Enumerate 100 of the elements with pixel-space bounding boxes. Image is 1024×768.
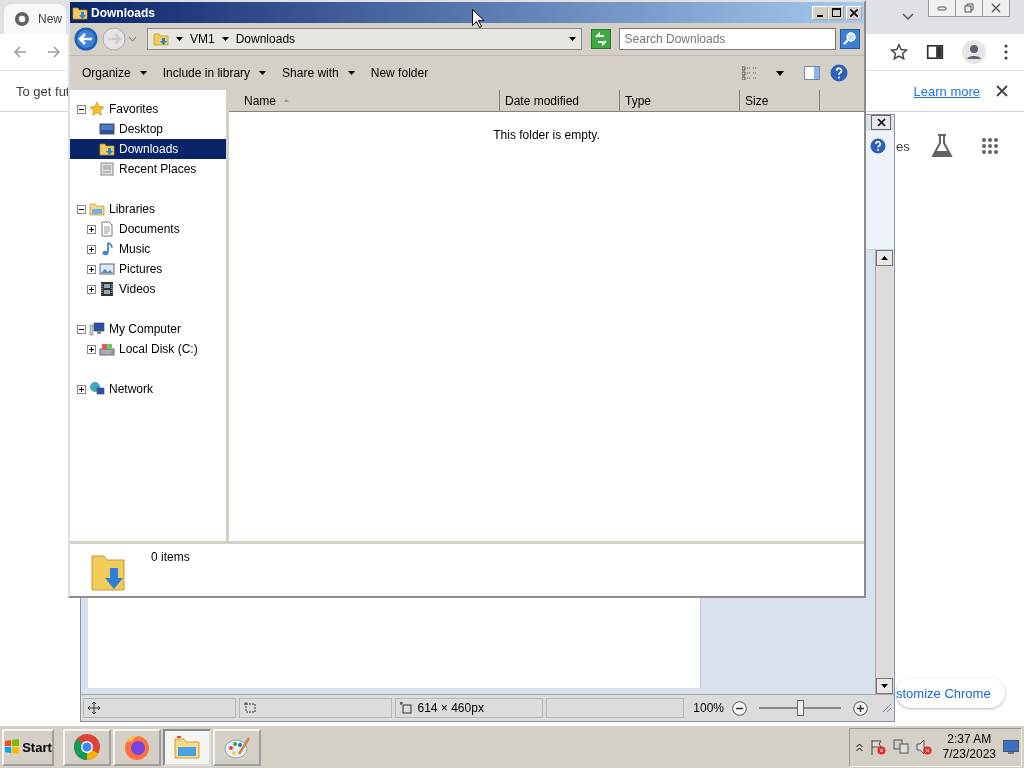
empty-folder-message: This folder is empty. <box>492 128 601 142</box>
history-caret-icon[interactable] <box>128 36 137 42</box>
flag-error-icon[interactable] <box>869 739 886 755</box>
canvas-size-icon <box>399 702 412 714</box>
view-list-icon[interactable] <box>742 66 758 80</box>
expand-icon[interactable] <box>87 224 96 234</box>
start-button[interactable]: Start <box>2 728 54 766</box>
tree-item[interactable]: Network <box>70 379 226 399</box>
tree-item[interactable]: My Computer <box>70 319 226 339</box>
column-header[interactable]: Type <box>620 90 740 111</box>
scroll-down-button[interactable] <box>876 678 893 694</box>
column-header[interactable]: Size <box>740 90 820 111</box>
flask-icon[interactable] <box>931 134 953 158</box>
slider-thumb[interactable] <box>797 700 804 716</box>
toolbar-button[interactable]: New folder <box>362 63 437 83</box>
network-icon <box>89 381 105 397</box>
download-folder-icon <box>99 141 115 157</box>
clock-date: 7/23/2023 <box>942 747 996 762</box>
network-status-icon[interactable] <box>892 739 909 755</box>
film-strip-icon <box>99 281 115 297</box>
apps-grid-icon[interactable] <box>981 137 999 155</box>
item-count: 0 items <box>151 550 190 564</box>
up-arrow-icon <box>881 256 888 260</box>
column-header[interactable]: Name <box>229 90 500 111</box>
fox-globe-icon <box>123 733 151 761</box>
minimize-icon <box>817 14 823 17</box>
tree-item[interactable]: Documents <box>70 219 226 239</box>
toolbar-button[interactable]: Organize <box>74 63 155 83</box>
menu-icon[interactable] <box>1004 44 1008 60</box>
browser-icon <box>14 11 30 27</box>
selection-icon <box>243 702 256 714</box>
collapse-icon[interactable] <box>77 324 86 334</box>
canvas-size-text: 614 × 460px <box>417 701 484 715</box>
show-hidden-icons-icon[interactable] <box>855 742 863 752</box>
expand-icon[interactable] <box>87 344 96 354</box>
clock-time: 2:37 AM <box>947 732 992 747</box>
vertical-scrollbar[interactable] <box>875 250 893 694</box>
view-menu-caret-icon[interactable] <box>776 70 784 76</box>
toolbar-button[interactable]: Share with <box>274 63 363 83</box>
taskbar-button[interactable] <box>163 728 211 766</box>
close-icon[interactable] <box>996 85 1008 97</box>
help-icon[interactable] <box>830 64 848 82</box>
cursor-icon <box>472 9 484 28</box>
menu-caret-icon <box>259 71 267 75</box>
tree-item[interactable]: Desktop <box>70 119 226 139</box>
folder-icon <box>173 733 201 761</box>
browser-logo-icon <box>73 733 101 761</box>
forward-arrow-icon[interactable] <box>46 44 62 60</box>
down-arrow-icon <box>881 684 888 688</box>
zoom-out-icon[interactable] <box>732 700 747 716</box>
refresh-button-icon[interactable] <box>590 29 611 49</box>
tree-item[interactable]: Downloads <box>70 139 226 159</box>
breadcrumb-item[interactable]: VM1 <box>190 32 215 46</box>
window-title: Downloads <box>91 5 155 20</box>
expand-icon[interactable] <box>87 264 96 274</box>
side-panel-icon[interactable] <box>926 43 944 61</box>
expand-icon[interactable] <box>87 284 96 294</box>
close-icon <box>850 8 858 17</box>
expand-icon[interactable] <box>87 244 96 254</box>
maximize-button[interactable] <box>828 5 844 20</box>
tree-item[interactable]: Videos <box>70 279 226 299</box>
column-header[interactable]: Date modified <box>500 90 620 111</box>
resize-grip-icon[interactable] <box>882 703 892 713</box>
toolbar-button[interactable]: Include in library <box>154 63 275 83</box>
breadcrumb-item[interactable]: Downloads <box>235 32 296 46</box>
address-bar[interactable]: VM1 Downloads <box>147 28 582 50</box>
help-icon[interactable] <box>870 138 886 154</box>
back-arrow-icon[interactable] <box>12 44 28 60</box>
speaker-muted-icon[interactable] <box>915 739 932 755</box>
collapse-icon[interactable] <box>77 204 86 214</box>
back-button-icon[interactable] <box>74 27 98 51</box>
chevron-down-icon[interactable] <box>902 13 914 21</box>
folder-icon <box>153 31 169 47</box>
windows-logo-icon <box>4 739 21 755</box>
close-button[interactable] <box>871 115 891 130</box>
browser-tab[interactable]: New <box>4 4 66 34</box>
avatar-icon[interactable] <box>962 40 986 64</box>
customize-button[interactable]: stomize Chrome <box>896 678 1005 708</box>
learn-more-link[interactable]: Learn more <box>913 83 980 99</box>
close-icon <box>991 3 1001 13</box>
collapse-icon[interactable] <box>77 104 86 114</box>
scroll-up-button[interactable] <box>876 250 893 266</box>
tree-item[interactable]: Recent Places <box>70 159 226 179</box>
desktop-icon <box>99 121 115 137</box>
show-desktop-icon[interactable] <box>1003 740 1019 754</box>
zoom-in-icon[interactable] <box>853 700 868 716</box>
tree-item[interactable]: Libraries <box>70 199 226 219</box>
restore-icon <box>964 3 974 13</box>
search-icon[interactable] <box>840 29 860 49</box>
tree-item[interactable]: Local Disk (C:) <box>70 339 226 359</box>
minimize-button[interactable] <box>812 5 828 20</box>
tree-item[interactable]: Music <box>70 239 226 259</box>
tree-item[interactable]: Favorites <box>70 99 226 119</box>
star-outline-icon[interactable] <box>890 43 908 61</box>
search-field[interactable]: Search Downloads <box>618 28 836 50</box>
preview-pane-icon[interactable] <box>804 66 820 80</box>
breadcrumb-caret-icon <box>176 37 183 41</box>
tree-item[interactable]: Pictures <box>70 259 226 279</box>
expand-icon[interactable] <box>77 384 86 394</box>
zoom-level-text: 100% <box>693 701 724 715</box>
